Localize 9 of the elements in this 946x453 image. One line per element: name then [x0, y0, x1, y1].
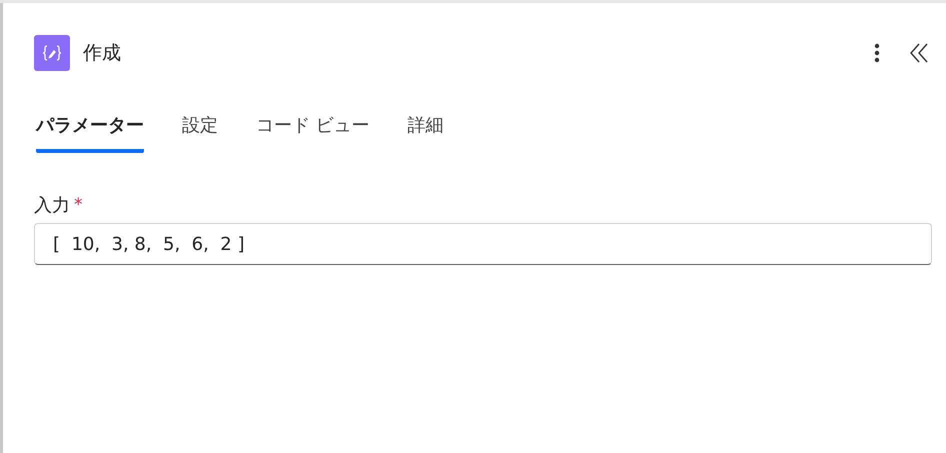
tab[interactable]: パラメーター [36, 109, 144, 153]
input-field[interactable]: [ 10, 3, 8, 5, 6, 2 ] [34, 223, 932, 265]
compose-app-icon [34, 35, 70, 71]
tab[interactable]: コード ビュー [256, 109, 370, 153]
tab[interactable]: 設定 [182, 109, 218, 153]
tab[interactable]: 詳細 [408, 109, 444, 153]
field-label: 入力 [34, 194, 70, 217]
required-mark: * [74, 195, 82, 215]
action-title: 作成 [83, 41, 122, 66]
